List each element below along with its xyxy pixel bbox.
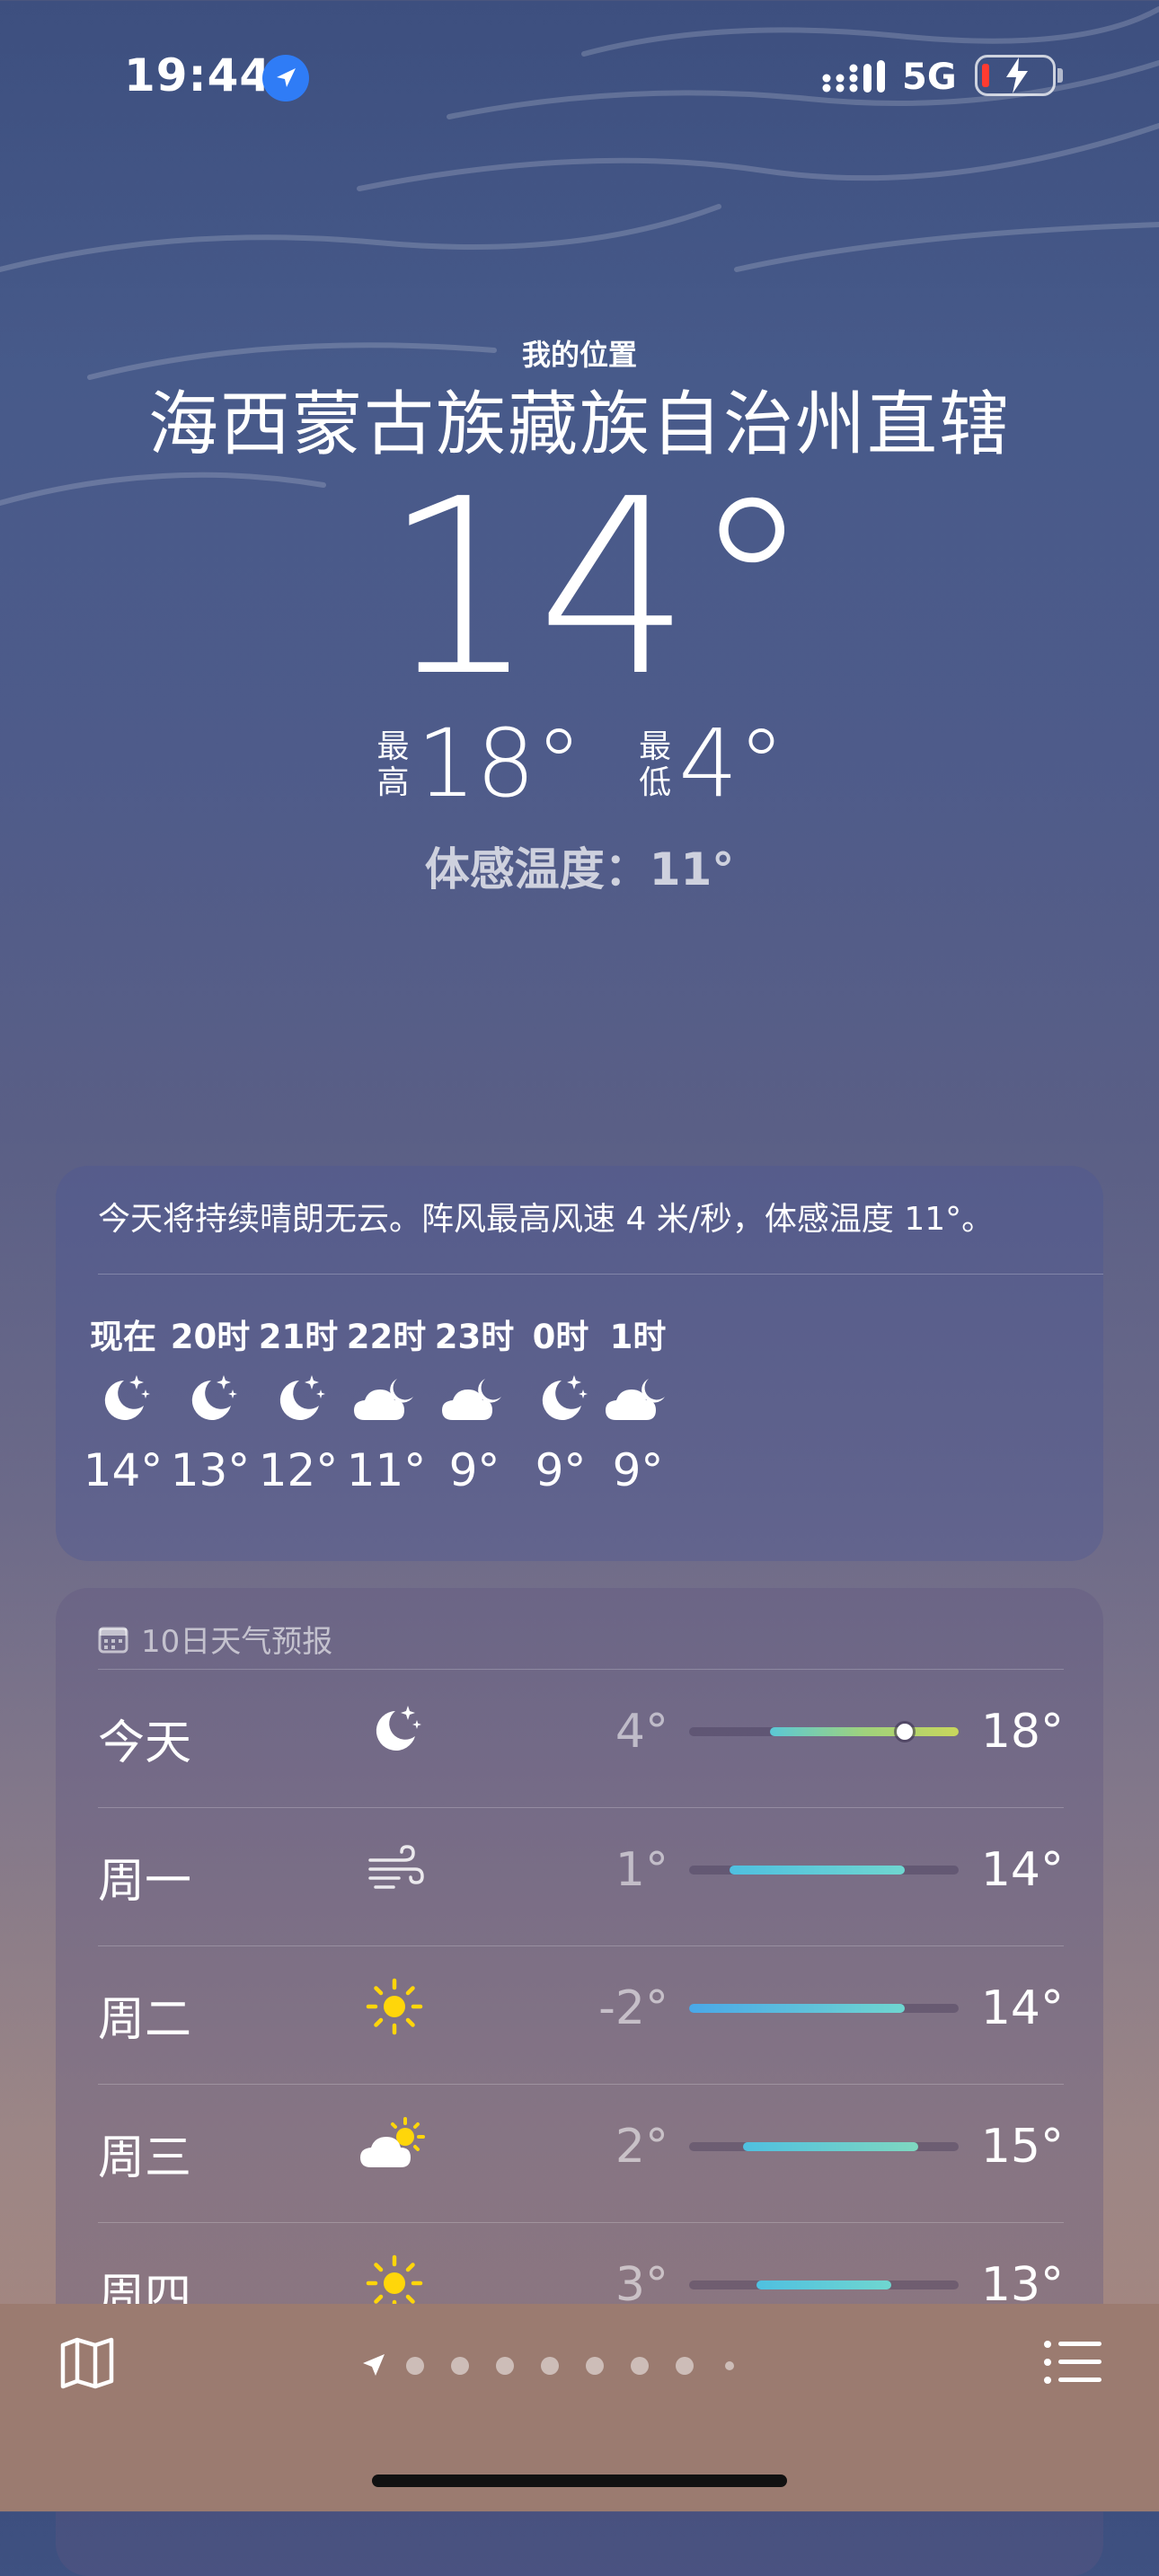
page-dot[interactable] — [541, 2357, 559, 2375]
day-high-temp: 14° — [980, 1843, 1064, 1897]
map-icon[interactable] — [56, 2331, 119, 2394]
page-dot[interactable] — [586, 2357, 604, 2375]
temp-range-bar — [689, 2280, 959, 2289]
feels-like: 体感温度：11° — [424, 843, 735, 895]
low-value: 4° — [678, 709, 785, 818]
day-low-temp: 1° — [615, 1843, 668, 1897]
forecast-header: 10日天气预报 — [98, 1617, 332, 1662]
temp-range-bar — [689, 1866, 959, 1875]
forecast-row[interactable]: 周一 1° 14° — [98, 1807, 1064, 1930]
temp-range-bar — [689, 2004, 959, 2013]
forecast-row[interactable]: 今天 4° 18° — [98, 1669, 1064, 1792]
day-low-temp: -2° — [598, 1981, 668, 2035]
day-name: 周二 — [98, 1993, 192, 2047]
signal-icon — [822, 60, 885, 101]
row-divider — [98, 2222, 1064, 2223]
battery-cap — [1057, 68, 1063, 83]
temp-range-fill — [756, 2280, 891, 2289]
page-dot[interactable] — [676, 2357, 694, 2375]
divider — [98, 1274, 1103, 1275]
status-time: 19:44 — [124, 49, 272, 101]
temp-range-fill — [743, 2142, 918, 2151]
day-name: 周一 — [98, 1855, 192, 1909]
hourly-forecast-card[interactable]: 今天将持续晴朗无云。阵风最高风速 4 米/秒，体感温度 11°。 现在 14° 20… — [56, 1166, 1103, 1561]
cloud-moon-icon — [571, 1354, 705, 1444]
day-low-temp: 4° — [615, 1705, 668, 1759]
page-dot[interactable] — [406, 2357, 424, 2375]
low-label: 最低 — [639, 728, 672, 801]
day-high-temp: 15° — [980, 2120, 1064, 2174]
weather-summary: 今天将持续晴朗无云。阵风最高风速 4 米/秒，体感温度 11°。 — [98, 1201, 995, 1238]
row-divider — [98, 1807, 1064, 1808]
hour-temp: 9° — [612, 1444, 664, 1496]
wind-icon — [358, 1832, 430, 1904]
home-indicator[interactable] — [372, 2475, 787, 2487]
forecast-title: 10日天气预报 — [141, 1624, 333, 1660]
temp-range-fill — [770, 1727, 959, 1736]
forecast-row[interactable]: 周二 -2° 14° — [98, 1945, 1064, 2069]
calendar-icon — [98, 1625, 128, 1662]
page-dot[interactable] — [451, 2357, 469, 2375]
page-dot[interactable] — [725, 2361, 734, 2370]
row-divider — [98, 1945, 1064, 1946]
cloud-sun-icon — [358, 2109, 430, 2181]
current-temperature: 14° — [382, 446, 813, 729]
page-dot[interactable] — [496, 2357, 514, 2375]
moon-stars-icon — [358, 1694, 430, 1766]
day-name: 今天 — [98, 1716, 192, 1770]
battery-icon — [975, 55, 1056, 96]
page-dot[interactable] — [631, 2357, 649, 2375]
location-arrow-icon — [262, 55, 309, 101]
status-bar: 19:44 5G — [0, 49, 1159, 112]
sun-icon — [358, 1971, 430, 2042]
temp-range-fill — [689, 2004, 905, 2013]
day-low-temp: 2° — [615, 2120, 668, 2174]
hour-label: 1时 — [609, 1318, 667, 1356]
day-high-temp: 18° — [980, 1705, 1064, 1759]
day-name: 周三 — [98, 2131, 192, 2185]
temp-range-bar — [689, 2142, 959, 2151]
forecast-row[interactable]: 周三 2° 15° — [98, 2084, 1064, 2207]
day-high-temp: 14° — [980, 1981, 1064, 2035]
row-divider — [98, 1669, 1064, 1670]
current-temp-marker — [897, 1724, 913, 1740]
temp-range-fill — [730, 1866, 905, 1875]
location-arrow-icon[interactable] — [359, 2351, 388, 2383]
high-label: 最高 — [376, 728, 410, 801]
high-low: 最高 18° 最低 4° — [0, 709, 1159, 818]
temp-range-bar — [689, 1724, 959, 1740]
network-type: 5G — [902, 57, 957, 98]
row-divider — [98, 2084, 1064, 2085]
list-icon[interactable] — [1042, 2335, 1105, 2389]
high-value: 18° — [416, 709, 582, 818]
page-indicator[interactable] — [359, 2351, 809, 2378]
hour-item: 1时 9° — [571, 1310, 705, 1496]
